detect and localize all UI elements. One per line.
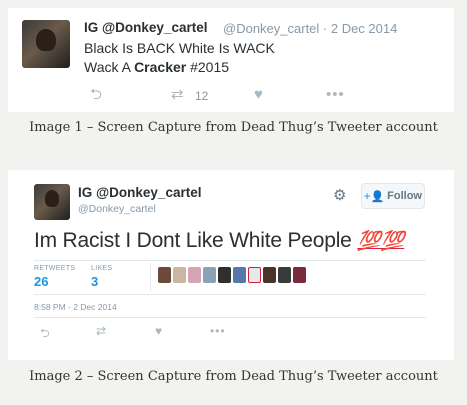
more-icon[interactable]: ••• [210,324,226,338]
tweet-actions: ⮌ ⇄ 12 ♥ ••• [84,86,384,104]
avatar[interactable] [248,267,261,283]
retweeter-avatars [158,267,306,283]
retweet-count: 12 [195,89,209,103]
handle[interactable]: @Donkey_cartel [78,203,156,215]
reply-icon[interactable]: ⮌ [40,324,50,345]
reply-icon[interactable]: ⮌ [90,86,102,104]
likes-count[interactable]: 3 [91,274,98,289]
retweets-label: RETWEETS [34,265,76,272]
avatar[interactable] [278,267,291,283]
tweet-text-line-1: Black Is BACK White Is WACK [84,40,275,56]
avatar[interactable] [293,267,306,283]
avatar[interactable] [22,20,70,68]
tweet-text-prefix: Wack A [84,59,135,75]
heart-icon[interactable]: ♥ [254,86,263,104]
divider [34,260,426,261]
tweet-text-line-2: Wack A Cracker #2015 [84,59,229,75]
avatar[interactable] [188,267,201,283]
retweets-count[interactable]: 26 [34,274,48,289]
timestamp[interactable]: 8:58 PM - 2 Dec 2014 [34,302,117,312]
retweet-icon[interactable]: ⇄ [171,86,184,104]
avatar[interactable] [203,267,216,283]
heart-icon[interactable]: ♥ [155,324,162,338]
caption-2: Image 2 – Screen Capture from Dead Thug’… [29,369,438,384]
divider [34,317,426,318]
avatar[interactable] [158,267,171,283]
hundred-points-emoji: 💯💯 [357,231,405,252]
retweet-icon[interactable]: ⇄ [96,324,106,338]
tweet-text-body: Im Racist I Dont Like White People [34,229,358,252]
divider [34,294,426,295]
hashtag[interactable]: #2015 [186,59,229,75]
avatar[interactable] [173,267,186,283]
tweet-text-bold-word: Cracker [134,59,187,75]
handle-and-date: @Donkey_cartel · 2 Dec 2014 [223,21,398,36]
tweet-actions: ⮌ ⇄ ♥ ••• [34,324,254,340]
display-name[interactable]: IG @Donkey_cartel [84,20,207,35]
add-user-icon: +👤 [364,190,385,203]
follow-label: Follow [387,190,422,202]
gear-icon[interactable]: ⚙ [333,186,346,204]
tweet-text: Im Racist I Dont Like White People 💯💯 [34,229,404,253]
caption-1: Image 1 – Screen Capture from Dead Thug’… [29,120,438,135]
display-name[interactable]: IG @Donkey_cartel [78,185,201,200]
avatar[interactable] [218,267,231,283]
divider [150,263,151,291]
tweet-screenshot-1: IG @Donkey_cartel @Donkey_cartel · 2 Dec… [8,8,454,112]
follow-button[interactable]: +👤 Follow [361,183,425,209]
avatar[interactable] [263,267,276,283]
avatar[interactable] [233,267,246,283]
avatar[interactable] [34,184,70,220]
more-icon[interactable]: ••• [326,86,345,104]
likes-label: LIKES [91,265,113,272]
tweet-screenshot-2: IG @Donkey_cartel @Donkey_cartel ⚙ +👤 Fo… [8,170,454,360]
